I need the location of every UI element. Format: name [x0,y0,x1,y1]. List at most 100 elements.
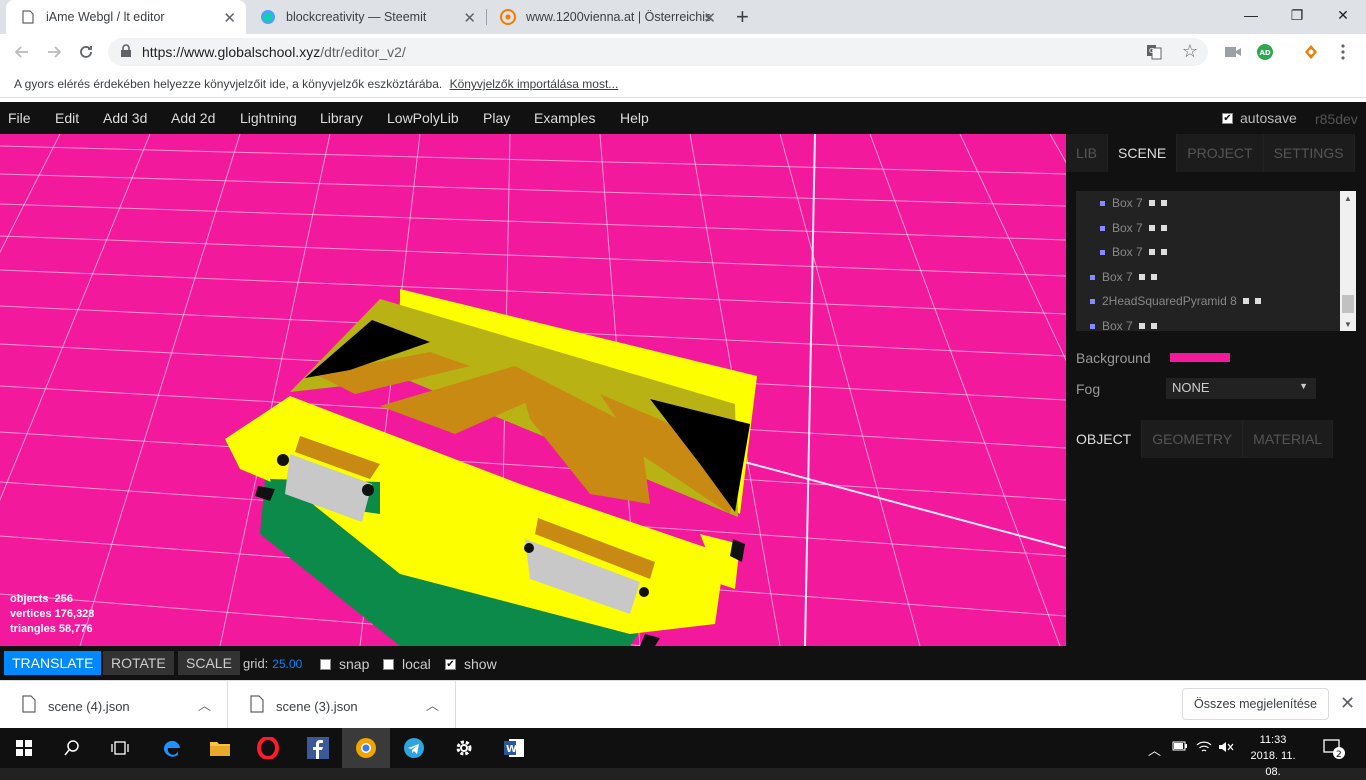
search-button[interactable] [48,728,96,768]
close-window-button[interactable]: ✕ [1320,0,1366,30]
snap-checkbox[interactable] [320,658,331,670]
translate-icon[interactable]: G [1146,44,1162,65]
autosave-checkbox[interactable]: ✔ [1222,112,1233,124]
wifi-icon[interactable] [1196,740,1212,757]
menu-help[interactable]: Help [620,110,649,126]
task-view-button[interactable] [96,728,144,768]
chrome-app[interactable] [342,728,390,768]
3d-viewport[interactable]: objects 256 vertices 176,328 triangles 5… [0,134,1066,646]
reload-button[interactable] [74,40,98,64]
menu-play[interactable]: Play [483,110,510,126]
grid-value[interactable]: 25.00 [272,657,302,671]
snap-option[interactable]: snap [320,656,369,672]
outliner-item[interactable]: Box 7 [1090,318,1157,331]
volume-muted-icon[interactable] [1218,740,1234,757]
minimize-button[interactable]: — [1228,0,1274,30]
fog-select[interactable]: NONE ▼ [1166,378,1316,399]
avast-extension-icon[interactable] [1302,43,1320,61]
chevron-up-icon[interactable]: ︿ [198,695,211,714]
local-option[interactable]: local [383,656,431,672]
close-icon[interactable]: ✕ [1340,693,1355,714]
show-checkbox[interactable]: ✔ [445,658,456,670]
close-tab-icon[interactable]: ✕ [223,9,236,27]
steemit-icon [260,9,276,25]
bookmark-star-icon[interactable]: ☆ [1182,41,1198,62]
word-app[interactable]: W [490,728,538,768]
tab-object[interactable]: OBJECT [1066,420,1143,458]
new-tab-button[interactable]: + [736,4,749,30]
tab-settings[interactable]: SETTINGS [1263,134,1355,172]
tab-scene[interactable]: SCENE [1108,134,1178,172]
menu-lightning[interactable]: Lightning [240,110,297,126]
close-tab-icon[interactable]: ✕ [463,9,476,27]
outliner-item[interactable]: Box 7 [1100,244,1167,260]
visibility-toggles[interactable] [1138,274,1157,280]
folder-icon [210,742,230,756]
outliner-item[interactable]: Box 7 [1100,195,1167,211]
autosave-toggle[interactable]: ✔ autosave [1222,110,1297,126]
camera-icon[interactable] [1224,43,1242,61]
visibility-toggles[interactable] [1242,298,1261,304]
tab-project[interactable]: PROJECT [1177,134,1264,172]
menu-add-3d[interactable]: Add 3d [103,110,147,126]
translate-button[interactable]: TRANSLATE [4,651,102,675]
facebook-app[interactable] [294,728,342,768]
menu-add-2d[interactable]: Add 2d [171,110,215,126]
visibility-toggles[interactable] [1148,200,1167,206]
menu-edit[interactable]: Edit [55,110,79,126]
menu-library[interactable]: Library [320,110,363,126]
outliner-scrollbar[interactable]: ▲ ▼ [1340,191,1356,331]
download-item[interactable]: scene (4).json ︿ [0,681,228,729]
node-icon [1090,298,1095,304]
browser-toolbar: https://www.globalschool.xyz/dtr/editor_… [0,34,1366,70]
tab-geometry[interactable]: GEOMETRY [1142,420,1244,458]
downloads-shelf: scene (4).json ︿ scene (3).json ︿ Összes… [0,680,1366,729]
visibility-toggles[interactable] [1148,225,1167,231]
visibility-toggles[interactable] [1138,323,1157,329]
settings-app[interactable] [440,728,488,768]
download-item[interactable]: scene (3).json ︿ [228,681,456,729]
background-color-swatch[interactable] [1170,353,1230,362]
scroll-down-icon[interactable]: ▼ [1340,317,1356,331]
file-explorer-app[interactable] [196,728,244,768]
adblock-icon[interactable]: AD [1256,43,1274,61]
scale-button[interactable]: SCALE [178,651,240,675]
edge-app[interactable] [148,728,196,768]
tab-material[interactable]: MATERIAL [1243,420,1334,458]
maximize-button[interactable]: ❐ [1274,0,1320,30]
tab-lib[interactable]: LIB [1066,134,1109,172]
rotate-button[interactable]: ROTATE [103,651,174,675]
visibility-toggles[interactable] [1148,249,1167,255]
chevron-up-icon[interactable]: ︿ [1148,740,1161,759]
back-button[interactable] [10,40,34,64]
scroll-up-icon[interactable]: ▲ [1340,191,1356,205]
menu-examples[interactable]: Examples [534,110,595,126]
outliner-item[interactable]: 2HeadSquaredPyramid 8 [1090,293,1261,309]
search-icon [64,740,79,756]
show-all-downloads-button[interactable]: Összes megjelenítése [1182,688,1329,720]
address-bar[interactable]: https://www.globalschool.xyz/dtr/editor_… [108,38,1208,66]
back-arrow-icon [14,46,28,58]
menu-dots-icon[interactable] [1334,43,1352,61]
close-tab-icon[interactable]: ✕ [703,9,716,27]
start-button[interactable] [0,728,48,768]
system-clock[interactable]: 11:33 2018. 11. 08. [1244,732,1302,780]
tab-steemit[interactable]: blockcreativity — Steemit ✕ [246,0,486,34]
import-bookmarks-link[interactable]: Könyvjelzők importálása most... [450,77,619,91]
outliner-item[interactable]: Box 7 [1090,269,1157,285]
local-checkbox[interactable] [383,658,394,670]
menu-file[interactable]: File [8,110,31,126]
tab-editor[interactable]: iAme Webgl / lt editor ✕ [6,0,246,34]
tab-vienna[interactable]: www.1200vienna.at | Österreichis ✕ [486,0,726,34]
action-center-icon[interactable]: 2 [1322,736,1346,765]
opera-app[interactable] [244,728,292,768]
forward-button[interactable] [42,40,66,64]
show-option[interactable]: ✔ show [445,656,497,672]
scene-outliner[interactable]: Box 7 Box 7 Box 7 Box 7 2HeadSquaredPyra… [1076,191,1340,331]
outliner-item[interactable]: Box 7 [1100,220,1167,236]
battery-icon[interactable] [1172,740,1188,755]
telegram-app[interactable] [390,728,438,768]
chevron-up-icon[interactable]: ︿ [426,695,439,714]
scroll-thumb[interactable] [1342,295,1354,313]
menu-lowpolylib[interactable]: LowPolyLib [387,110,459,126]
